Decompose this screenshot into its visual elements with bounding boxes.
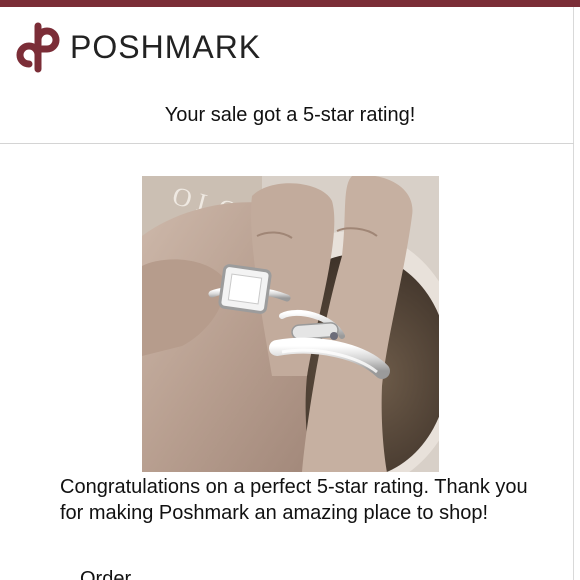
brand-top-bar: [0, 0, 580, 7]
poshmark-logo-icon[interactable]: [16, 20, 60, 74]
right-edge-divider: [573, 7, 574, 580]
order-link[interactable]: Order: [80, 568, 131, 580]
email-view: POSHMARK Your sale got a 5-star rating!: [0, 0, 580, 580]
brand-name[interactable]: POSHMARK: [70, 29, 261, 66]
email-header: POSHMARK: [16, 20, 261, 74]
email-body-text: Congratulations on a perfect 5-star rati…: [60, 476, 528, 524]
email-subject: Your sale got a 5-star rating!: [164, 104, 416, 126]
header-divider: [0, 143, 574, 144]
product-photo-rings-image: O L O: [142, 176, 439, 472]
product-photo[interactable]: O L O: [142, 176, 439, 472]
